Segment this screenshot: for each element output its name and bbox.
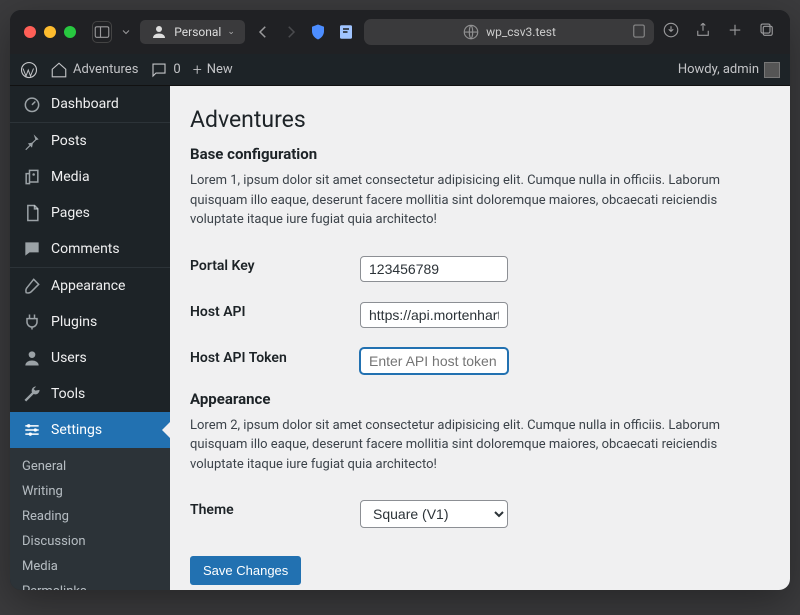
- menu-label: Posts: [51, 133, 87, 149]
- forward-button[interactable]: [281, 21, 301, 43]
- site-name: Adventures: [73, 62, 138, 77]
- menu-label: Settings: [51, 422, 102, 438]
- comments-count: 0: [173, 62, 180, 77]
- section-desc-base: Lorem 1, ipsum dolor sit amet consectetu…: [190, 171, 770, 230]
- menu-label: Users: [51, 350, 87, 366]
- plug-icon: [22, 312, 42, 332]
- new-link[interactable]: + New: [193, 60, 233, 79]
- menu-media[interactable]: Media: [10, 159, 170, 195]
- close-window-button[interactable]: [24, 26, 36, 38]
- profile-menu[interactable]: Personal ⌄: [140, 20, 245, 44]
- sidebar-toggle-icon[interactable]: [92, 21, 112, 43]
- wp-logo-icon[interactable]: [20, 61, 38, 79]
- reader-icon[interactable]: [630, 22, 648, 43]
- label-host-token: Host API Token: [190, 338, 360, 384]
- titlebar: Personal ⌄ wp_csv3.test: [10, 10, 790, 54]
- comments-icon: [22, 239, 42, 259]
- input-portal-key[interactable]: [360, 256, 508, 282]
- new-tab-icon[interactable]: [726, 21, 744, 43]
- dashboard-icon: [22, 94, 42, 114]
- menu-label: Tools: [51, 386, 85, 402]
- label-portal-key: Portal Key: [190, 246, 360, 292]
- menu-label: Media: [51, 169, 90, 185]
- submenu-writing[interactable]: Writing: [10, 479, 170, 504]
- settings-submenu: General Writing Reading Discussion Media…: [10, 448, 170, 590]
- tabs-icon[interactable]: [758, 21, 776, 43]
- share-icon[interactable]: [694, 21, 712, 43]
- greeting-text: Howdy, admin: [678, 62, 759, 77]
- section-heading-appearance: Appearance: [190, 390, 770, 408]
- page-title: Adventures: [190, 106, 770, 133]
- avatar: [764, 62, 780, 78]
- address-bar[interactable]: wp_csv3.test: [364, 19, 654, 45]
- submenu-discussion[interactable]: Discussion: [10, 529, 170, 554]
- wrench-icon: [22, 384, 42, 404]
- submenu-general[interactable]: General: [10, 454, 170, 479]
- save-button[interactable]: Save Changes: [190, 556, 301, 585]
- menu-tools[interactable]: Tools: [10, 376, 170, 412]
- menu-plugins[interactable]: Plugins: [10, 304, 170, 340]
- content-area: Adventures Base configuration Lorem 1, i…: [170, 86, 790, 590]
- privacy-report-icon[interactable]: [336, 21, 356, 43]
- zoom-window-button[interactable]: [64, 26, 76, 38]
- submenu-permalinks[interactable]: Permalinks: [10, 579, 170, 590]
- chevron-down-icon[interactable]: [120, 21, 132, 43]
- menu-settings[interactable]: Settings: [10, 412, 170, 448]
- site-link[interactable]: Adventures: [50, 61, 138, 79]
- menu-users[interactable]: Users: [10, 340, 170, 376]
- label-host-api: Host API: [190, 292, 360, 338]
- menu-posts[interactable]: Posts: [10, 123, 170, 159]
- submenu-media[interactable]: Media: [10, 554, 170, 579]
- shield-icon[interactable]: [308, 21, 328, 43]
- menu-comments[interactable]: Comments: [10, 231, 170, 267]
- section-desc-appearance: Lorem 2, ipsum dolor sit amet consectetu…: [190, 416, 770, 475]
- form-table-appearance: Theme Square (V1): [190, 490, 770, 538]
- traffic-lights: [24, 26, 76, 38]
- admin-sidebar: Dashboard Posts Media Pages Comments: [10, 86, 170, 590]
- account-link[interactable]: Howdy, admin: [678, 62, 780, 78]
- pin-icon: [22, 131, 42, 151]
- wp-admin-bar: Adventures 0 + New Howdy, admin: [10, 54, 790, 86]
- users-icon: [22, 348, 42, 368]
- menu-dashboard[interactable]: Dashboard: [10, 86, 170, 122]
- profile-label: Personal: [174, 25, 221, 39]
- back-button[interactable]: [253, 21, 273, 43]
- menu-label: Dashboard: [51, 96, 119, 112]
- brush-icon: [22, 276, 42, 296]
- label-theme: Theme: [190, 490, 360, 538]
- chevron-down-icon: ⌄: [227, 27, 235, 37]
- input-host-api[interactable]: [360, 302, 508, 328]
- form-table-base: Portal Key Host API Host API Token: [190, 246, 770, 384]
- minimize-window-button[interactable]: [44, 26, 56, 38]
- menu-label: Pages: [51, 205, 90, 221]
- submenu-reading[interactable]: Reading: [10, 504, 170, 529]
- browser-window: Personal ⌄ wp_csv3.test: [10, 10, 790, 590]
- menu-pages[interactable]: Pages: [10, 195, 170, 231]
- pages-icon: [22, 203, 42, 223]
- url-text: wp_csv3.test: [486, 25, 556, 39]
- input-host-token[interactable]: [360, 348, 508, 374]
- download-icon[interactable]: [662, 21, 680, 43]
- media-icon: [22, 167, 42, 187]
- section-heading-base: Base configuration: [190, 145, 770, 163]
- menu-label: Appearance: [51, 278, 125, 294]
- menu-label: Plugins: [51, 314, 97, 330]
- comments-link[interactable]: 0: [150, 61, 180, 79]
- menu-appearance[interactable]: Appearance: [10, 268, 170, 304]
- new-label: New: [207, 62, 233, 77]
- select-theme[interactable]: Square (V1): [360, 500, 508, 528]
- menu-label: Comments: [51, 241, 120, 257]
- sliders-icon: [22, 420, 42, 440]
